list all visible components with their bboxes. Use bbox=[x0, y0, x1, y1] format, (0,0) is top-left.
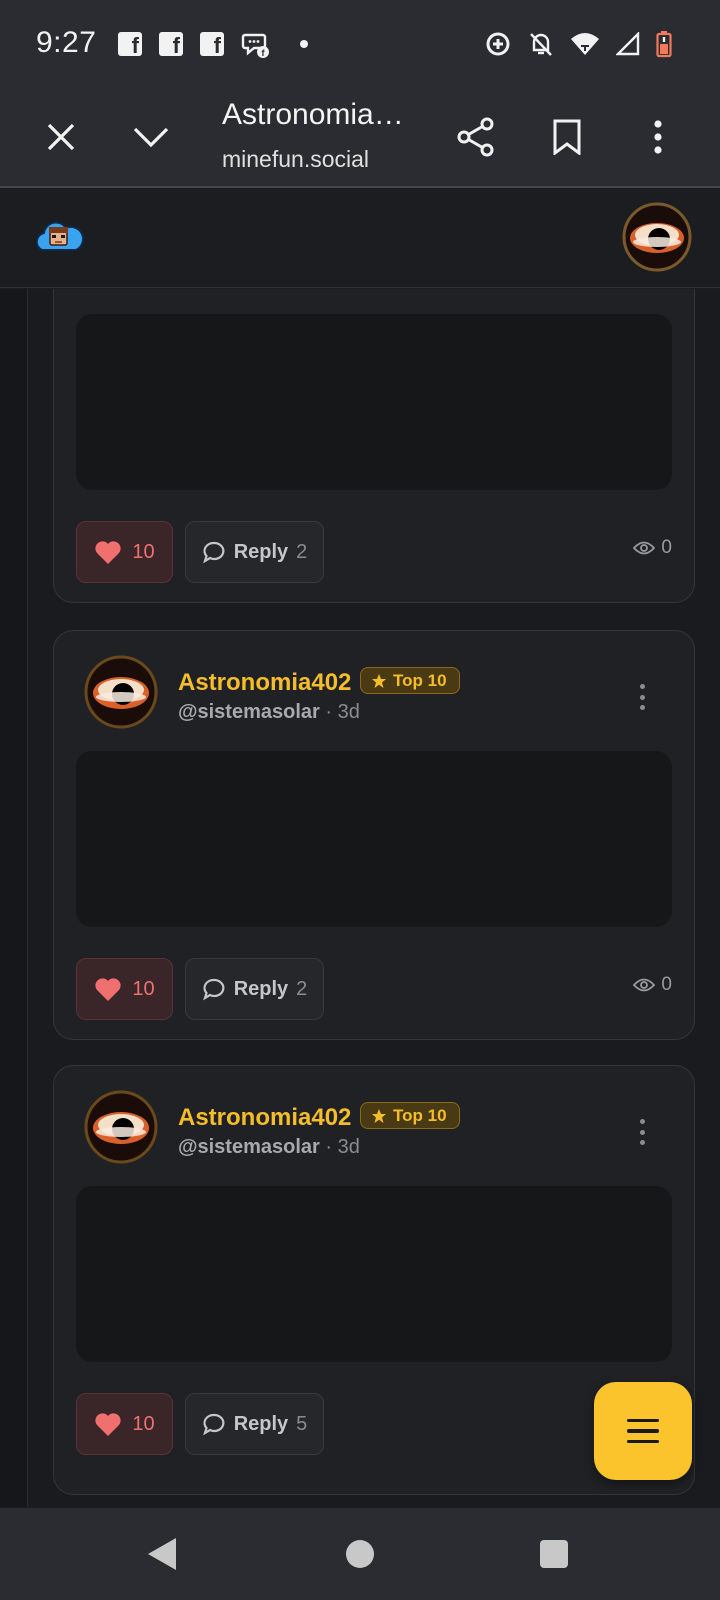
author-avatar[interactable] bbox=[84, 1090, 158, 1164]
star-icon bbox=[372, 673, 386, 688]
custom-tab-toolbar: Astronomia… minefun.social bbox=[0, 88, 720, 188]
author-name[interactable]: Astronomia402 bbox=[178, 1104, 351, 1132]
bookmark-icon[interactable] bbox=[542, 112, 592, 162]
reply-count: 2 bbox=[296, 540, 308, 563]
heart-icon bbox=[95, 978, 121, 1001]
system-nav-bar bbox=[0, 1508, 720, 1600]
post-menu-icon[interactable] bbox=[638, 1119, 646, 1145]
like-button[interactable]: 10 bbox=[76, 521, 173, 583]
rank-badge-label: Top 10 bbox=[393, 1105, 447, 1125]
post-time: · 3d bbox=[325, 1136, 360, 1158]
status-time: 9:27 bbox=[36, 26, 97, 59]
site-logo[interactable] bbox=[34, 216, 84, 256]
reply-count: 5 bbox=[296, 1412, 308, 1435]
facebook-icon bbox=[159, 32, 183, 59]
post-media[interactable] bbox=[76, 314, 672, 490]
reply-count: 2 bbox=[296, 977, 308, 1000]
like-count: 10 bbox=[132, 977, 155, 1000]
eye-icon bbox=[633, 978, 656, 992]
view-count: 0 bbox=[633, 537, 672, 559]
like-count: 10 bbox=[132, 1412, 155, 1435]
eye-icon bbox=[633, 541, 656, 555]
reply-label: Reply bbox=[233, 1412, 289, 1435]
page-url[interactable]: minefun.social bbox=[222, 146, 369, 173]
post-time: · 3d bbox=[325, 701, 360, 723]
cell-signal-icon bbox=[616, 32, 640, 56]
handle-text: @sistemasolar bbox=[178, 1136, 320, 1158]
like-button[interactable]: 10 bbox=[76, 958, 173, 1020]
view-count-value: 0 bbox=[661, 537, 672, 558]
post-media[interactable] bbox=[76, 1186, 672, 1362]
facebook-icon bbox=[118, 32, 142, 59]
more-options-icon[interactable] bbox=[633, 112, 683, 162]
post-menu-icon[interactable] bbox=[638, 684, 646, 710]
author-handle[interactable]: @sistemasolar · 3d bbox=[178, 701, 360, 724]
comment-icon bbox=[202, 1413, 225, 1436]
more-notifications-dot bbox=[300, 40, 308, 48]
app-header bbox=[0, 190, 720, 288]
battery-icon bbox=[656, 31, 672, 58]
comment-icon bbox=[202, 541, 225, 564]
author-name[interactable]: Astronomia402 bbox=[178, 669, 351, 697]
post-feed[interactable]: 10 Reply 2 0 Astronomia402 Top 10 @siste… bbox=[0, 289, 720, 1507]
reply-button[interactable]: Reply 2 bbox=[185, 958, 324, 1020]
post-card: 10 Reply 2 0 bbox=[53, 289, 695, 603]
wifi-icon bbox=[571, 33, 599, 55]
comment-icon bbox=[202, 978, 225, 1001]
like-button[interactable]: 10 bbox=[76, 1393, 173, 1455]
page-title[interactable]: Astronomia… bbox=[222, 98, 404, 132]
system-icons bbox=[484, 30, 672, 58]
rank-badge: Top 10 bbox=[360, 667, 460, 694]
data-saver-icon bbox=[486, 32, 510, 56]
notification-icons: f bbox=[118, 30, 308, 59]
heart-icon bbox=[95, 1413, 121, 1436]
author-avatar[interactable] bbox=[84, 655, 158, 729]
rank-badge-label: Top 10 bbox=[393, 670, 447, 690]
share-icon[interactable] bbox=[451, 112, 501, 162]
like-count: 10 bbox=[132, 540, 155, 563]
home-icon[interactable] bbox=[346, 1540, 374, 1568]
recent-apps-icon[interactable] bbox=[540, 1540, 568, 1568]
reply-button[interactable]: Reply 5 bbox=[185, 1393, 324, 1455]
view-count-value: 0 bbox=[661, 974, 672, 995]
handle-text: @sistemasolar bbox=[178, 701, 320, 723]
status-bar: 9:27 f bbox=[0, 0, 720, 88]
view-count: 0 bbox=[633, 974, 672, 996]
feed-rail bbox=[0, 289, 28, 1507]
messenger-icon: f bbox=[241, 33, 269, 58]
back-icon[interactable] bbox=[148, 1538, 176, 1570]
notifications-off-icon bbox=[530, 33, 552, 56]
post-media[interactable] bbox=[76, 751, 672, 927]
user-avatar[interactable] bbox=[622, 202, 692, 272]
author-handle[interactable]: @sistemasolar · 3d bbox=[178, 1136, 360, 1159]
author-avatar[interactable] bbox=[90, 289, 160, 294]
reply-label: Reply bbox=[233, 977, 289, 1000]
menu-fab-button[interactable] bbox=[594, 1382, 692, 1480]
post-card: Astronomia402 Top 10 @sistemasolar · 3d … bbox=[53, 630, 695, 1040]
chevron-down-icon[interactable] bbox=[126, 112, 176, 162]
rank-badge: Top 10 bbox=[360, 1102, 460, 1129]
facebook-icon bbox=[200, 32, 224, 59]
heart-icon bbox=[95, 541, 121, 564]
close-icon[interactable] bbox=[36, 112, 86, 162]
reply-button[interactable]: Reply 2 bbox=[185, 521, 324, 583]
star-icon bbox=[372, 1108, 386, 1123]
reply-label: Reply bbox=[233, 540, 289, 563]
